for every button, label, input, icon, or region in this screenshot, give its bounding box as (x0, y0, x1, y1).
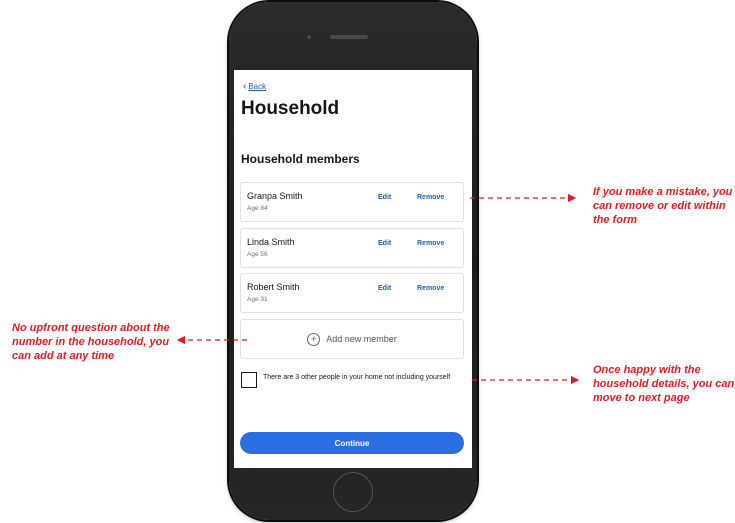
speaker-icon (330, 35, 368, 39)
continue-label: Continue (334, 438, 370, 448)
remove-button[interactable]: Remove (417, 194, 444, 201)
plus-circle-icon: + (307, 332, 321, 346)
edit-button[interactable]: Edit (378, 194, 391, 201)
back-link[interactable]: ‹ Back (243, 81, 266, 92)
member-age: Age 56 (247, 251, 268, 258)
household-count-checkbox[interactable] (241, 372, 257, 388)
annotation-no-upfront: No upfront question about the number in … (12, 322, 170, 362)
member-name: Linda Smith (247, 237, 295, 247)
edit-button[interactable]: Edit (378, 240, 391, 247)
member-age: Age 84 (247, 205, 268, 212)
annotation-remove-edit: If you make a mistake, you can remove or… (593, 186, 733, 226)
member-card: Granpa Smith Age 84 Edit Remove (240, 182, 464, 222)
edit-button[interactable]: Edit (378, 285, 391, 292)
chevron-left-icon: ‹ (243, 81, 247, 92)
member-age: Age 31 (247, 296, 268, 303)
member-name: Robert Smith (247, 282, 300, 292)
remove-button[interactable]: Remove (417, 285, 444, 292)
remove-button[interactable]: Remove (417, 240, 444, 247)
add-member-label: Add new member (326, 334, 397, 344)
annotation-next-page: Once happy with the household details, y… (593, 364, 735, 404)
back-label: Back (248, 82, 267, 91)
member-card: Linda Smith Age 56 Edit Remove (240, 228, 464, 268)
checkbox-label: There are 3 other people in your home no… (263, 374, 451, 381)
member-card: Robert Smith Age 31 Edit Remove (240, 273, 464, 313)
section-title: Household members (241, 152, 360, 166)
member-name: Granpa Smith (247, 191, 303, 201)
continue-button[interactable]: Continue (240, 432, 464, 454)
camera-icon (307, 35, 311, 39)
home-button[interactable] (333, 472, 373, 512)
page-title: Household (241, 98, 340, 119)
phone-screen: ‹ Back Household Household members Granpa… (234, 70, 472, 468)
add-new-member-button[interactable]: + Add new member (240, 319, 464, 359)
